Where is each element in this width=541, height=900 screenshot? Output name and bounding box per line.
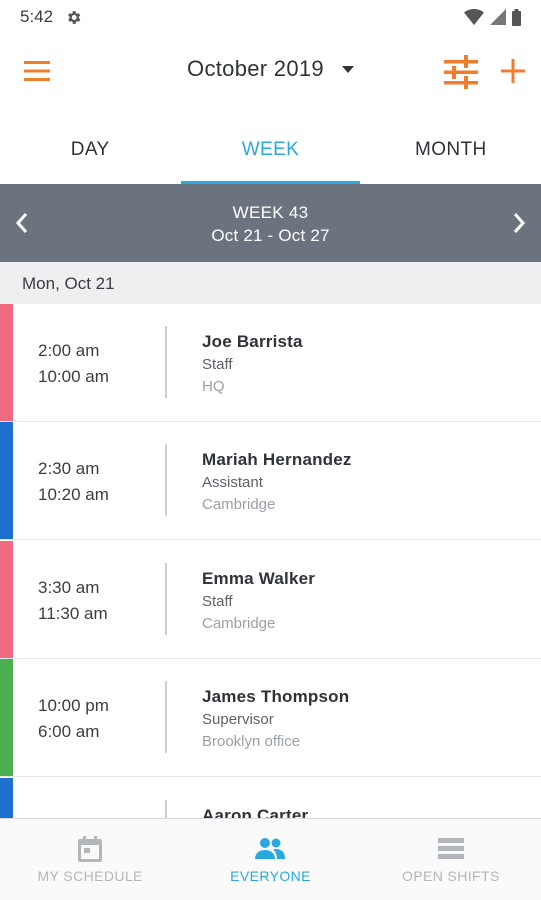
shift-times: 2:00 am 10:00 am — [38, 338, 109, 390]
list-icon — [437, 838, 464, 859]
shift-name: James Thompson — [202, 687, 350, 706]
shift-role: Staff — [202, 356, 233, 373]
battery-icon — [512, 8, 521, 26]
shift-start: 2:00 am — [38, 341, 100, 360]
shift-start: 2:30 am — [38, 459, 100, 478]
tab-day[interactable]: DAY — [0, 120, 180, 184]
month-label: October 2019 — [187, 56, 324, 81]
nav-my-schedule[interactable]: MY SCHEDULE — [0, 819, 180, 900]
caret-down-icon — [341, 66, 354, 74]
shift-end: 11:30 am — [38, 604, 108, 623]
shift-role: Supervisor — [202, 711, 274, 728]
nav-label: MY SCHEDULE — [37, 868, 143, 884]
status-bar: 5:42 — [0, 0, 541, 34]
shift-row[interactable]: 10:00 pm 6:00 am James Thompson Supervis… — [0, 659, 541, 777]
shift-name: Aaron Carter — [202, 806, 309, 819]
nav-label: OPEN SHIFTS — [401, 868, 500, 884]
tab-week[interactable]: WEEK — [180, 120, 360, 184]
shift-info: Joe Barrista Staff HQ — [202, 330, 303, 398]
shift-divider — [165, 800, 167, 819]
shift-name: Mariah Hernandez — [202, 450, 352, 469]
shift-info: Aaron Carter — [202, 804, 308, 819]
week-range: Oct 21 - Oct 27 — [211, 226, 330, 245]
week-navigator: WEEK 43 Oct 21 - Oct 27 — [0, 184, 541, 262]
shift-role: Assistant — [202, 474, 263, 491]
tab-month[interactable]: MONTH — [361, 120, 541, 184]
shift-end: 6:00 am — [38, 722, 100, 741]
shift-divider — [165, 326, 167, 398]
chevron-right-icon[interactable] — [507, 208, 531, 238]
status-indicators — [464, 8, 521, 26]
app-bar: October 2019 — [0, 34, 541, 110]
calendar-icon — [78, 836, 103, 862]
shift-location: Cambridge — [202, 615, 276, 632]
shift-color-bar — [0, 422, 13, 539]
nav-label: EVERYONE — [230, 868, 311, 884]
shift-divider — [165, 681, 167, 753]
shift-row[interactable]: Aaron Carter — [0, 778, 541, 819]
shift-divider — [165, 563, 167, 635]
shift-color-bar — [0, 304, 13, 421]
shift-list: 2:00 am 10:00 am Joe Barrista Staff HQ 2… — [0, 304, 541, 819]
shift-name: Joe Barrista — [202, 332, 303, 351]
shift-row[interactable]: 2:30 am 10:20 am Mariah Hernandez Assist… — [0, 422, 541, 540]
nav-everyone[interactable]: EVERYONE — [180, 819, 360, 900]
shift-end: 10:00 am — [38, 367, 109, 386]
shift-info: Emma Walker Staff Cambridge — [202, 567, 315, 635]
shift-info: James Thompson Supervisor Brooklyn offic… — [202, 685, 349, 753]
day-header: Mon, Oct 21 — [0, 262, 541, 304]
shift-start: 10:00 pm — [38, 696, 109, 715]
shift-start: 3:30 am — [38, 578, 100, 597]
signal-icon — [490, 9, 506, 25]
shift-row[interactable]: 3:30 am 11:30 am Emma Walker Staff Cambr… — [0, 541, 541, 659]
shift-info: Mariah Hernandez Assistant Cambridge — [202, 448, 352, 516]
shift-location: Brooklyn office — [202, 733, 301, 750]
shift-times: 10:00 pm 6:00 am — [38, 693, 109, 745]
shift-location: HQ — [202, 378, 225, 395]
plus-icon[interactable] — [500, 58, 526, 84]
shift-color-bar — [0, 541, 13, 658]
shift-location: Cambridge — [202, 496, 276, 513]
nav-open-shifts[interactable]: OPEN SHIFTS — [361, 819, 541, 900]
shift-times: 3:30 am 11:30 am — [38, 575, 108, 627]
shift-color-bar — [0, 659, 13, 776]
shift-row[interactable]: 2:00 am 10:00 am Joe Barrista Staff HQ — [0, 304, 541, 422]
status-time: 5:42 — [20, 7, 54, 26]
view-tabs: DAY WEEK MONTH — [0, 120, 541, 184]
shift-divider — [165, 444, 167, 516]
wifi-icon — [464, 9, 484, 25]
people-icon — [255, 838, 286, 859]
gear-icon — [68, 10, 81, 24]
bottom-nav: MY SCHEDULE EVERYONE OPEN SHIFTS — [0, 818, 541, 900]
shift-end: 10:20 am — [38, 485, 109, 504]
shift-role: Staff — [202, 593, 233, 610]
shift-name: Emma Walker — [202, 569, 316, 588]
shift-times: 2:30 am 10:20 am — [38, 456, 109, 508]
sliders-filter-icon[interactable] — [442, 54, 480, 90]
shift-color-bar — [0, 778, 13, 819]
week-title: WEEK 43 — [232, 203, 309, 222]
